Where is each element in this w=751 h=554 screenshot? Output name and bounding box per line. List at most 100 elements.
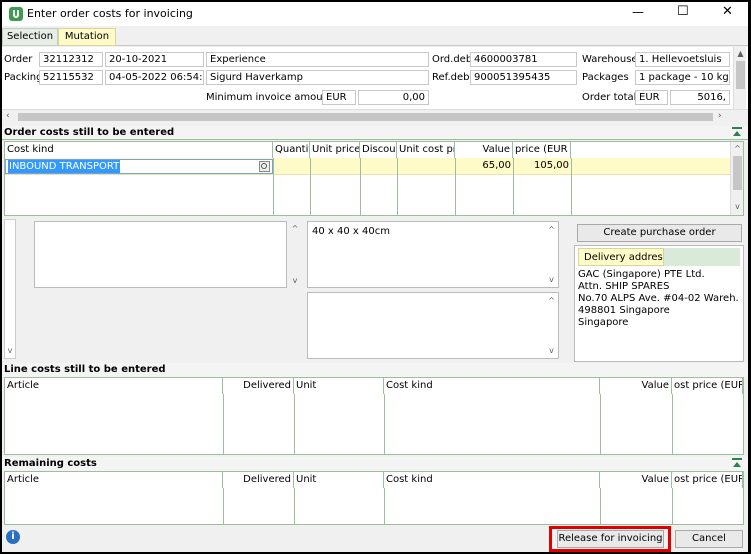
scroll-down-icon[interactable]: v — [545, 345, 558, 357]
window-title: Enter order costs for invoicing — [27, 7, 193, 20]
address-line-1: GAC (Singapore) PTE Ltd. — [578, 269, 705, 280]
scroll-up-icon[interactable]: ^ — [731, 143, 744, 155]
remaining-costs-header: Remaining costs — [2, 457, 748, 471]
release-for-invoicing-button[interactable]: Release for invoicing — [557, 530, 664, 548]
min-invoice-value-field[interactable]: 0,00 — [358, 90, 429, 105]
dimensions-textarea[interactable]: 40 x 40 x 40cm ^ v — [307, 221, 559, 288]
col-discount[interactable]: Discount — [360, 142, 397, 158]
packing-number-field[interactable]: 52115532 — [39, 70, 103, 85]
warehouse-field[interactable]: 1. Hellevoetsluis — [635, 52, 730, 67]
info-icon[interactable]: i — [6, 530, 20, 544]
col-value[interactable]: Value — [455, 142, 513, 158]
scroll-down-icon[interactable]: v — [5, 345, 15, 357]
table-row[interactable]: INBOUND TRANSPORT 65,00 105,00 — [5, 158, 730, 175]
tab-strip: Selection Mutation — [2, 26, 748, 46]
scroll-up-icon[interactable]: ^ — [545, 224, 558, 236]
packing-date-field[interactable]: 04-05-2022 06:54:00 — [105, 70, 204, 85]
col-value[interactable]: Value — [600, 378, 672, 394]
packages-label: Packages — [582, 72, 629, 83]
address-line-4: 498801 Singapore — [578, 305, 670, 316]
value-cell[interactable]: 65,00 — [455, 160, 511, 171]
notes-textarea[interactable] — [34, 221, 287, 288]
minimize-button[interactable]: — — [632, 6, 644, 19]
detail-area: v ^ v 40 x 40 x 40cm ^ v ^ v Create purc… — [2, 218, 748, 363]
col-cost-kind[interactable]: Cost kind — [384, 378, 600, 394]
order-description-field[interactable]: Experience — [206, 52, 429, 67]
scroll-up-icon[interactable]: ^ — [289, 223, 301, 235]
packing-person-field[interactable]: Sigurd Haverkamp — [206, 70, 429, 85]
col-cost-price[interactable]: ost price (EUR ) — [672, 472, 743, 488]
col-quantity[interactable]: Quantity — [273, 142, 310, 158]
tab-selection[interactable]: Selection — [2, 28, 58, 46]
cancel-button[interactable]: Cancel — [675, 530, 743, 548]
scroll-right-icon[interactable]: › — [718, 111, 722, 121]
line-costs-title: Line costs still to be entered — [4, 364, 166, 375]
order-number-field[interactable]: 32112312 — [39, 52, 103, 67]
collapse-section-icon[interactable] — [732, 458, 742, 467]
maximize-button[interactable]: ☐ — [677, 5, 689, 18]
scroll-left-icon[interactable]: ‹ — [6, 111, 10, 121]
close-button[interactable]: ✕ — [722, 5, 733, 18]
scroll-hthumb[interactable] — [18, 113, 713, 121]
refdeb-field[interactable]: 900051395435 — [470, 70, 577, 85]
warehouse-label: Warehouse — [582, 54, 638, 65]
order-date-field[interactable]: 20-10-2021 — [105, 52, 204, 67]
col-unit[interactable]: Unit — [294, 472, 384, 488]
col-price-eur[interactable]: price (EUR ) — [513, 142, 571, 158]
delivery-tab-strip — [664, 248, 740, 266]
order-costs-scrollbar[interactable]: ^ v — [730, 142, 743, 215]
col-cost-kind[interactable]: Cost kind — [5, 142, 273, 158]
scroll-up-icon[interactable]: ▲ — [734, 48, 747, 60]
scroll-thumb[interactable] — [733, 156, 742, 190]
refdeb-label: Ref.deb — [432, 72, 470, 83]
col-cost-price[interactable]: ost price (EUR ) — [672, 378, 743, 394]
address-line-5: Singapore — [578, 317, 629, 328]
notes-scrollbar[interactable]: ^ v — [289, 221, 301, 288]
left-scroll-strip[interactable]: v — [4, 219, 16, 359]
dimensions-text: 40 x 40 x 40cm — [312, 226, 390, 237]
orddeb-field[interactable]: 4600003781 — [470, 52, 577, 67]
dialog-window: Enter order costs for invoicing — ☐ ✕ Se… — [2, 2, 748, 552]
order-total-label: Order total — [582, 92, 637, 103]
line-costs-grid: Article Delivered Unit Cost kind Value o… — [4, 377, 744, 455]
scroll-down-icon[interactable]: v — [545, 274, 558, 286]
cost-kind-value[interactable]: INBOUND TRANSPORT — [8, 160, 121, 173]
col-article[interactable]: Article — [5, 378, 223, 394]
remaining-costs-grid: Article Delivered Unit Cost kind Value o… — [4, 471, 744, 525]
cost-kind-cell[interactable]: INBOUND TRANSPORT — [5, 159, 273, 174]
tab-mutation[interactable]: Mutation — [58, 28, 116, 46]
packages-field[interactable]: 1 package - 10 kg — [635, 70, 730, 85]
header-vertical-scrollbar[interactable]: ▲ — [733, 47, 746, 109]
header-horizontal-scrollbar[interactable]: ‹ › — [2, 109, 748, 123]
app-logo-icon — [9, 7, 23, 21]
delivery-address-tab[interactable]: Delivery address — [578, 248, 664, 266]
col-unit[interactable]: Unit — [294, 378, 384, 394]
orddeb-label: Ord.deb — [432, 54, 473, 65]
scroll-down-icon[interactable]: v — [289, 275, 301, 287]
title-bar: Enter order costs for invoicing — ☐ ✕ — [2, 2, 748, 26]
comments-textarea[interactable]: ^ v — [307, 292, 559, 359]
magnifier-icon[interactable] — [259, 161, 270, 172]
scroll-down-icon[interactable]: v — [731, 201, 744, 213]
min-invoice-currency-field[interactable]: EUR — [322, 90, 356, 105]
scroll-up-icon[interactable]: ^ — [545, 295, 558, 307]
header-panel: Order 32112312 20-10-2021 Experience Ord… — [2, 47, 748, 109]
footer-bar: i Release for invoicing Cancel — [2, 526, 748, 552]
create-purchase-order-button[interactable]: Create purchase order — [577, 224, 742, 242]
col-cost-kind[interactable]: Cost kind — [384, 472, 600, 488]
price-cell[interactable]: 105,00 — [513, 160, 569, 171]
col-delivered[interactable]: Delivered — [223, 378, 294, 394]
address-line-2: Attn. SHIP SPARES — [578, 281, 670, 292]
delivery-address-panel: Delivery address GAC (Singapore) PTE Ltd… — [574, 245, 744, 362]
col-unit-price[interactable]: Unit price — [310, 142, 360, 158]
col-delivered[interactable]: Delivered — [223, 472, 294, 488]
scroll-thumb[interactable] — [736, 61, 745, 89]
order-total-value-field[interactable]: 5016, — [670, 90, 730, 105]
col-article[interactable]: Article — [5, 472, 223, 488]
order-total-currency-field[interactable]: EUR — [635, 90, 668, 105]
collapse-section-icon[interactable] — [732, 127, 742, 136]
order-costs-grid: Cost kind Quantity Unit price Discount U… — [4, 141, 744, 216]
col-value[interactable]: Value — [600, 472, 672, 488]
col-unit-cost[interactable]: Unit cost pr. — [397, 142, 455, 158]
order-costs-header: Order costs still to be entered — [2, 126, 748, 140]
